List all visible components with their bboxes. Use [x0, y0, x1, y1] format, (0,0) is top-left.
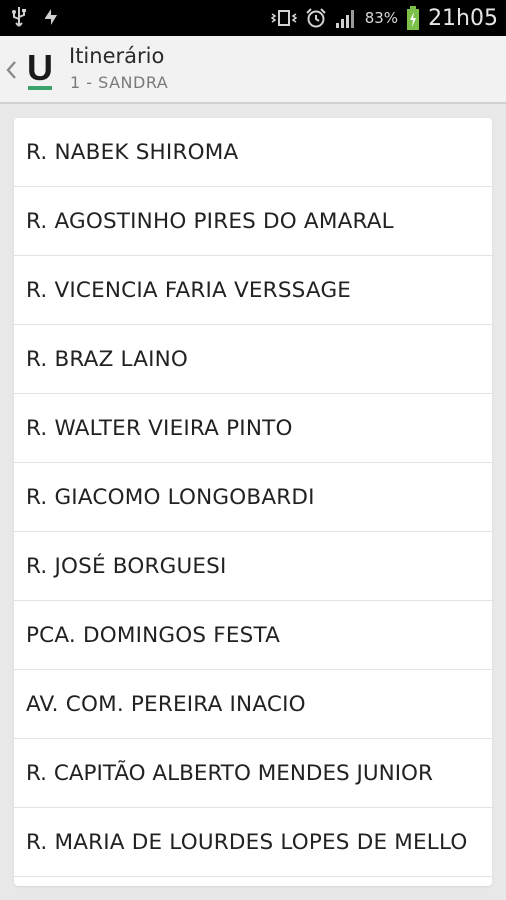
vibrate-icon: [270, 10, 297, 26]
list-item[interactable]: R. WALTER VIEIRA PINTO: [14, 394, 492, 463]
list-item[interactable]: R. NABEK SHIROMA: [14, 118, 492, 187]
status-clock: 21h05: [428, 5, 498, 31]
page-subtitle: 1 - SANDRA: [70, 73, 169, 92]
list-item[interactable]: R. CAPITÃO ALBERTO MENDES JUNIOR: [14, 739, 492, 808]
sync-icon: [45, 9, 57, 25]
status-bar: 83% 21h05: [0, 0, 506, 36]
status-system: 83% 21h05: [270, 0, 498, 36]
alarm-icon: [306, 8, 326, 28]
list-item[interactable]: AV. COM. PEREIRA INACIO: [14, 670, 492, 739]
signal-icon: [335, 10, 354, 28]
list-item[interactable]: R. BRAZ LAINO: [14, 325, 492, 394]
list-item[interactable]: R. GIACOMO LONGOBARDI: [14, 463, 492, 532]
list-item[interactable]: R. JOSÉ BORGUESI: [14, 532, 492, 601]
back-chevron-icon[interactable]: [5, 58, 17, 82]
page-title: Itinerário: [69, 44, 165, 68]
itinerary-list: R. NABEK SHIROMA R. AGOSTINHO PIRES DO A…: [14, 118, 492, 886]
battery-charging-icon: [407, 6, 420, 30]
list-item[interactable]: R. AGOSTINHO PIRES DO AMARAL: [14, 187, 492, 256]
battery-percent: 83%: [364, 9, 399, 27]
logo-letter: U: [27, 47, 53, 88]
action-bar: U Itinerário 1 - SANDRA: [0, 36, 506, 104]
usb-icon: [12, 7, 26, 27]
logo-underline: [28, 86, 52, 90]
status-notifications: [8, 6, 62, 28]
list-item[interactable]: R. VICENCIA FARIA VERSSAGE: [14, 256, 492, 325]
app-logo-icon[interactable]: U: [24, 46, 56, 94]
list-item[interactable]: R. MARIA DE LOURDES LOPES DE MELLO: [14, 808, 492, 877]
list-item[interactable]: PCA. DOMINGOS FESTA: [14, 601, 492, 670]
